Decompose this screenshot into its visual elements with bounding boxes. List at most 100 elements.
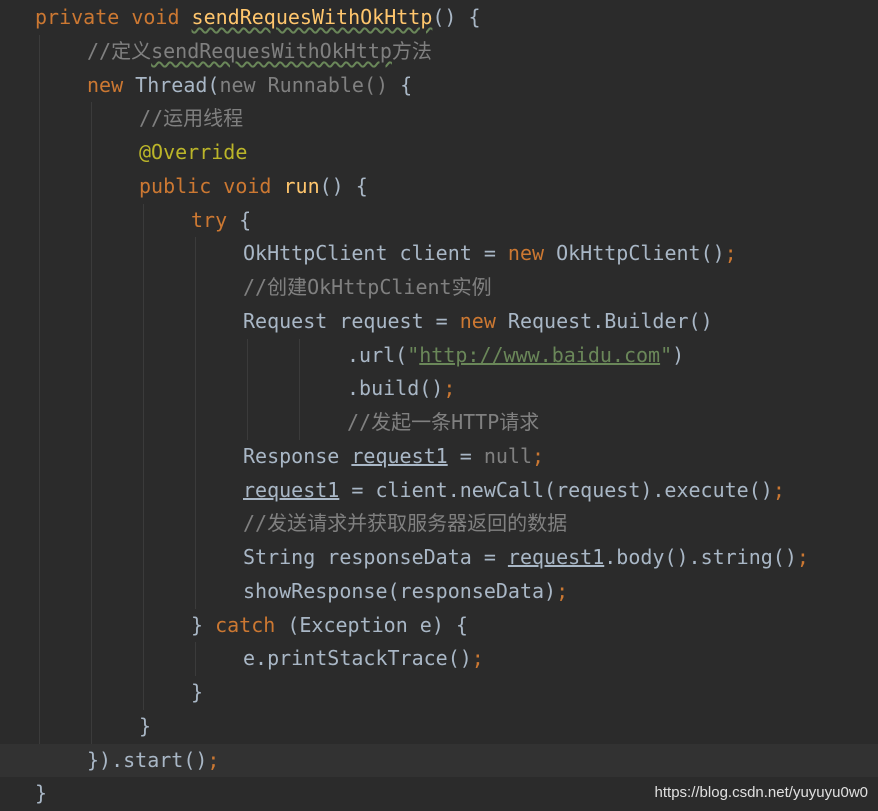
code-line[interactable]: Response request1 = null; — [0, 440, 878, 474]
code-token: //运用线程 — [139, 106, 244, 131]
code-line[interactable]: //发起一条HTTP请求 — [0, 406, 878, 440]
code-line-text: } — [191, 676, 203, 710]
code-line-text: Response request1 = null; — [243, 440, 544, 474]
code-token: new — [459, 308, 508, 333]
code-token: e.printStackTrace() — [243, 646, 472, 671]
code-token: sendRequesWithOkHttp — [191, 5, 433, 29]
code-token: Thread( — [135, 72, 220, 97]
code-line-text: .build(); — [347, 372, 455, 406]
code-line[interactable]: OkHttpClient client = new OkHttpClient()… — [0, 237, 878, 271]
code-line[interactable]: //创建OkHttpClient实例 — [0, 271, 878, 305]
code-token: Request.Builder() — [507, 308, 713, 333]
code-line-text: new Thread(new Runnable() { — [87, 69, 412, 103]
code-line-text: //发起一条HTTP请求 — [347, 406, 539, 440]
code-token: = — [447, 443, 484, 468]
code-line[interactable]: //发送请求并获取服务器返回的数据 — [0, 507, 878, 541]
code-line-text: } catch (Exception e) { — [191, 609, 468, 643]
code-token: showResponse(responseData) — [243, 578, 557, 603]
code-token: OkHttpClient() — [556, 241, 725, 266]
code-line[interactable]: }).start(); — [0, 743, 878, 778]
code-line[interactable]: e.printStackTrace(); — [0, 642, 878, 676]
code-token: request1 — [243, 477, 340, 502]
code-token: .body().string() — [604, 545, 797, 569]
code-token: .build() — [347, 376, 444, 401]
code-line[interactable]: public void run() { — [0, 170, 878, 204]
code-token: //创建OkHttpClient实例 — [243, 275, 492, 299]
code-token: String responseData = — [243, 545, 508, 569]
code-line-text: try { — [191, 204, 251, 238]
code-line-text: Request request = new Request.Builder() — [243, 305, 713, 339]
code-line[interactable]: new Thread(new Runnable() { — [0, 69, 878, 103]
code-token: catch — [215, 612, 288, 637]
code-token: ; — [443, 376, 456, 401]
code-token: " — [407, 342, 420, 367]
code-token: new Runnable() — [219, 72, 401, 97]
code-editor[interactable]: private void sendRequesWithOkHttp() {//定… — [0, 0, 878, 809]
code-line[interactable]: try { — [0, 204, 878, 238]
code-line-text: } — [35, 777, 47, 811]
code-line[interactable]: showResponse(responseData); — [0, 575, 878, 609]
code-token: }).start() — [87, 747, 208, 772]
code-line-text: request1 = client.newCall(request).execu… — [243, 474, 785, 508]
code-token: private void — [35, 5, 192, 29]
code-line[interactable]: String responseData = request1.body().st… — [0, 541, 878, 575]
code-token: () { — [432, 5, 481, 29]
code-token: " — [660, 342, 673, 367]
code-token: Response — [243, 443, 352, 468]
code-token: public void — [139, 173, 284, 198]
code-token: new — [507, 241, 557, 266]
code-line[interactable]: } — [0, 710, 878, 744]
code-token: ; — [207, 747, 220, 772]
code-token: ; — [556, 578, 569, 603]
code-line-text: e.printStackTrace(); — [243, 642, 484, 676]
code-token: } — [35, 781, 48, 806]
code-token: } — [191, 612, 216, 637]
code-line[interactable]: //运用线程 — [0, 102, 878, 136]
code-token: ; — [772, 477, 785, 502]
code-line-text: String responseData = request1.body().st… — [243, 541, 809, 575]
code-token: Request request = — [243, 308, 460, 333]
code-line-text: //运用线程 — [139, 102, 243, 136]
code-line-text: showResponse(responseData); — [243, 575, 568, 609]
code-token: //发起一条HTTP请求 — [347, 410, 540, 434]
watermark-url: https://blog.csdn.net/yuyuyu0w0 — [654, 784, 868, 801]
code-line[interactable]: request1 = client.newCall(request).execu… — [0, 474, 878, 508]
code-token: request1 — [507, 545, 605, 569]
code-line[interactable]: } catch (Exception e) { — [0, 609, 878, 643]
code-line-text: //定义sendRequesWithOkHttp方法 — [87, 35, 432, 69]
code-line-text: OkHttpClient client = new OkHttpClient()… — [243, 237, 737, 271]
code-token: sendRequesWithOkHttp — [151, 38, 392, 63]
code-token: { — [400, 72, 413, 97]
code-token: null — [483, 443, 532, 468]
code-line-text: //创建OkHttpClient实例 — [243, 271, 492, 305]
code-token: run — [283, 173, 320, 198]
code-token: ; — [796, 545, 809, 569]
code-line[interactable]: } — [0, 676, 878, 710]
code-token: try — [191, 207, 240, 232]
code-token: = client.newCall(request).execute() — [339, 477, 773, 502]
code-token: ; — [724, 241, 737, 266]
code-token: .url( — [347, 342, 408, 367]
code-line-text: @Override — [139, 136, 247, 170]
code-token: { — [239, 207, 252, 232]
code-line-text: .url("http://www.baidu.com") — [347, 339, 684, 373]
code-token: () { — [319, 173, 368, 198]
code-line[interactable]: //定义sendRequesWithOkHttp方法 — [0, 35, 878, 69]
code-token: ; — [471, 646, 484, 671]
code-line[interactable]: @Override — [0, 136, 878, 170]
code-line[interactable]: private void sendRequesWithOkHttp() { — [0, 1, 878, 35]
code-token: new — [87, 72, 136, 97]
code-token: ; — [532, 443, 545, 468]
code-token: //定义 — [87, 38, 152, 63]
code-line-text: } — [139, 710, 151, 744]
code-token: @Override — [139, 140, 248, 164]
code-token: (Exception e) { — [287, 612, 468, 637]
code-line-text: //发送请求并获取服务器返回的数据 — [243, 507, 567, 541]
code-token: OkHttpClient client = — [243, 241, 508, 266]
code-token: 方法 — [391, 38, 432, 63]
code-token: //发送请求并获取服务器返回的数据 — [243, 511, 568, 536]
code-line-text: }).start(); — [87, 744, 219, 778]
code-line[interactable]: .build(); — [0, 372, 878, 406]
code-line[interactable]: Request request = new Request.Builder() — [0, 305, 878, 339]
code-line[interactable]: .url("http://www.baidu.com") — [0, 339, 878, 373]
